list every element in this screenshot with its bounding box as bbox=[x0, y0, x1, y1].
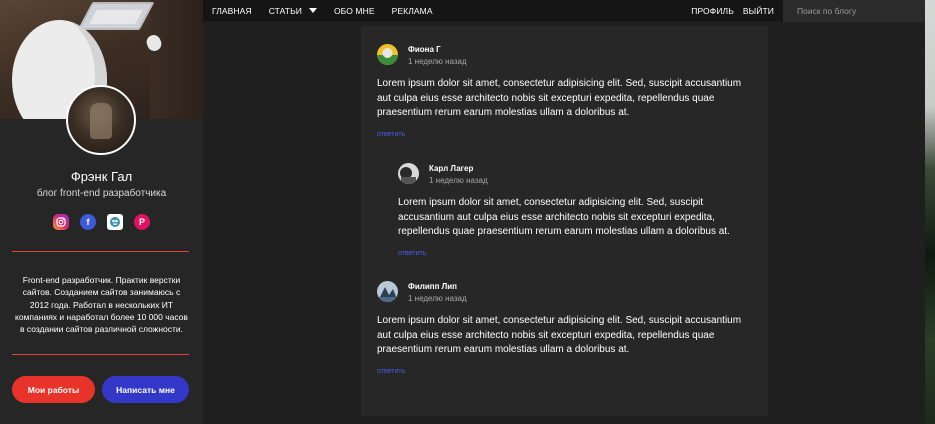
write-me-button[interactable]: Написать мне bbox=[102, 376, 189, 403]
comment-text: Lorem ipsum dolor sit amet, consectetur … bbox=[377, 315, 742, 356]
comment-author: Филипп Лип bbox=[408, 282, 457, 291]
profile-subtitle: блог front-end разработчика bbox=[36, 188, 167, 199]
comment-time: 1 неделю назад bbox=[429, 176, 488, 185]
pinterest-icon[interactable]: P bbox=[134, 214, 150, 230]
sidebar-divider-top bbox=[12, 251, 189, 252]
desk-image-part bbox=[150, 0, 203, 119]
sidebar-divider-bottom bbox=[12, 354, 189, 355]
vk-icon[interactable] bbox=[107, 214, 123, 230]
commenter-avatar bbox=[377, 44, 398, 65]
avatar-figure bbox=[90, 103, 112, 139]
nav-right: ПРОФИЛЬ ВЫЙТИ bbox=[691, 0, 783, 21]
reply-link[interactable]: ответить bbox=[377, 131, 405, 138]
facebook-icon[interactable]: f bbox=[80, 214, 96, 230]
search-input[interactable] bbox=[783, 0, 925, 22]
reply-link[interactable]: ответить bbox=[398, 250, 426, 257]
nav-articles-label: СТАТЬИ bbox=[268, 5, 302, 16]
chevron-down-icon bbox=[308, 8, 317, 13]
nav-articles[interactable]: СТАТЬИ bbox=[269, 6, 317, 16]
about-text: Front-end разработчик. Практик верстки с… bbox=[15, 275, 188, 335]
instagram-icon[interactable] bbox=[53, 214, 69, 230]
nav-logout[interactable]: ВЫЙТИ bbox=[743, 6, 774, 16]
nav-profile[interactable]: ПРОФИЛЬ bbox=[691, 6, 734, 16]
social-links: f P bbox=[53, 214, 150, 230]
comment-time: 1 неделю назад bbox=[408, 294, 467, 303]
nav-about[interactable]: ОБО МНЕ bbox=[334, 6, 375, 16]
profile-avatar bbox=[66, 85, 136, 155]
profile-name: Фрэнк Гал bbox=[70, 169, 133, 184]
comments-panel: Фиона Г 1 неделю назад Lorem ipsum dolor… bbox=[361, 26, 768, 416]
nav-home[interactable]: ГЛАВНАЯ bbox=[212, 6, 252, 16]
top-nav: ГЛАВНАЯ СТАТЬИ ОБО МНЕ РЕКЛАМА ПРОФИЛЬ В… bbox=[203, 0, 783, 21]
laptop-screen-image-part bbox=[89, 10, 143, 24]
comment-text: Lorem ipsum dolor sit amet, consectetur … bbox=[377, 78, 742, 119]
commenter-avatar bbox=[398, 163, 419, 184]
comment-text: Lorem ipsum dolor sit amet, consectetur … bbox=[398, 197, 730, 238]
sidebar: Фрэнк Гал блог front-end разработчика f … bbox=[0, 0, 203, 424]
reply-link[interactable]: ответить bbox=[377, 368, 405, 375]
comment-time: 1 неделю назад bbox=[408, 57, 467, 66]
comment-author: Фиона Г bbox=[408, 45, 441, 54]
nav-ads[interactable]: РЕКЛАМА bbox=[392, 6, 433, 16]
my-works-button[interactable]: Мои работы bbox=[12, 376, 95, 403]
commenter-avatar bbox=[377, 281, 398, 302]
comment-author: Карл Лагер bbox=[429, 164, 474, 173]
background-photo-strip bbox=[925, 0, 935, 424]
